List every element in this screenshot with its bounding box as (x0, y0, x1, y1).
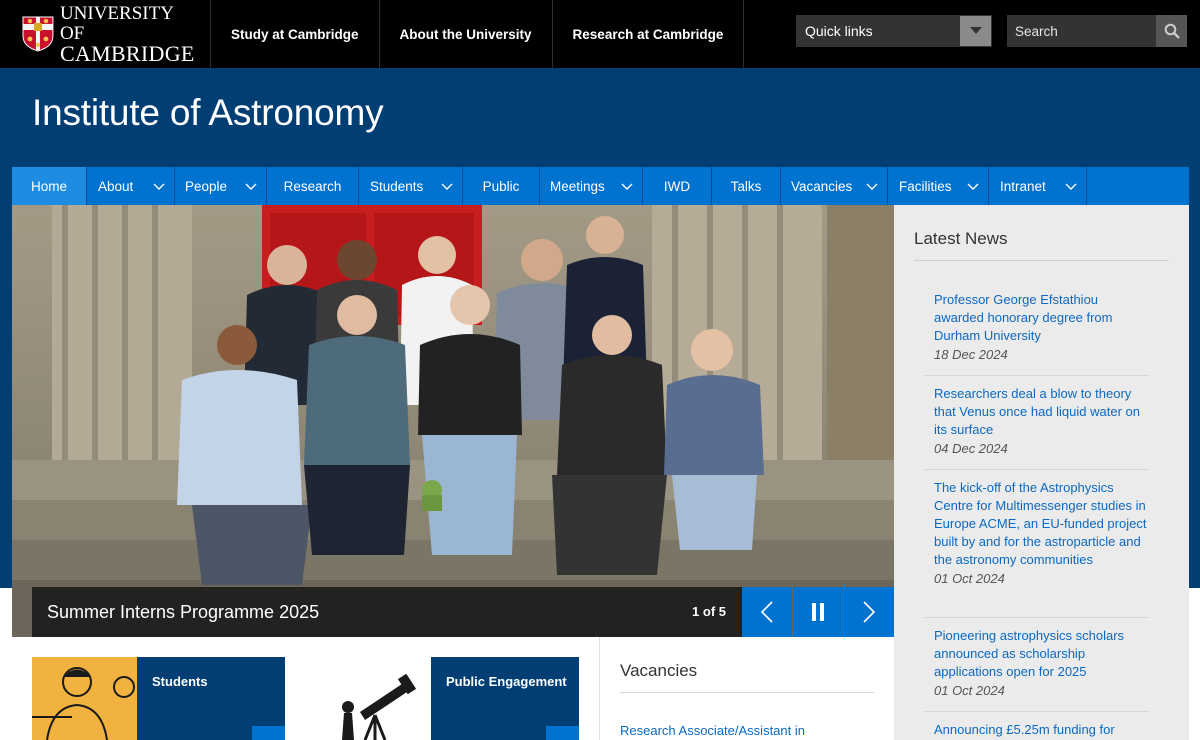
news-link[interactable]: Professor George Efstathiou awarded hono… (934, 291, 1149, 345)
news-date: 01 Oct 2024 (934, 683, 1005, 698)
vacancies-heading: Vacancies (620, 661, 698, 680)
site-title[interactable]: Institute of Astronomy (32, 92, 384, 134)
topnav-research[interactable]: Research at Cambridge (551, 0, 745, 68)
nav-home[interactable]: Home (12, 167, 87, 205)
carousel-next-button[interactable] (844, 587, 894, 637)
quick-links-dropdown[interactable]: Quick links (796, 15, 992, 47)
chevron-down-icon[interactable] (152, 179, 166, 193)
divider (924, 617, 1149, 618)
carousel-counter: 1 of 5 (692, 604, 726, 619)
cambridge-shield-icon (22, 16, 54, 52)
chevron-down-icon[interactable] (865, 179, 879, 193)
news-sidebar: Latest News Professor George Efstathiou … (894, 205, 1189, 740)
vacancy-link[interactable]: Research Associate/Assistant in (620, 723, 805, 738)
nav-label: Vacancies (791, 178, 853, 194)
nav-people[interactable]: People (175, 167, 267, 205)
carousel-caption-text[interactable]: Summer Interns Programme 2025 (47, 602, 319, 623)
news-item: Researchers deal a blow to theory that V… (934, 385, 1149, 458)
logo-line-1: UNIVERSITY OF (59, 3, 174, 44)
public-engagement-tile[interactable]: Public Engagement (320, 657, 579, 740)
telescope-illustration (320, 657, 431, 740)
nav-label: Meetings (550, 178, 605, 194)
search-box (1007, 15, 1187, 47)
chevron-down-icon[interactable] (1064, 179, 1078, 193)
nav-vacancies[interactable]: Vacancies (781, 167, 888, 205)
university-logo[interactable]: UNIVERSITY OF CAMBRIDGE (22, 4, 202, 65)
nav-public[interactable]: Public (463, 167, 540, 205)
nav-label: Facilities (899, 178, 952, 194)
quick-links-label: Quick links (805, 23, 873, 39)
chevron-left-icon (760, 601, 773, 623)
news-link[interactable]: The kick-off of the Astrophysics Centre … (934, 479, 1149, 569)
news-link[interactable]: Pioneering astrophysics scholars announc… (934, 627, 1149, 681)
tile-corner (546, 726, 579, 740)
nav-talks[interactable]: Talks (712, 167, 781, 205)
divider (924, 469, 1149, 470)
chevron-down-icon[interactable] (620, 179, 634, 193)
main-nav: Home About People Research Students Publ… (12, 167, 1189, 205)
pause-icon (812, 603, 824, 621)
divider (914, 260, 1169, 261)
news-heading: Latest News (914, 229, 1008, 248)
search-icon (1164, 23, 1180, 39)
nav-label: IWD (663, 178, 691, 194)
chevron-down-icon[interactable] (244, 179, 258, 193)
news-link[interactable]: Announcing £5.25m funding for (934, 721, 1149, 739)
carousel-slide-image[interactable] (12, 205, 894, 637)
chevron-down-icon[interactable] (440, 179, 454, 193)
group-photo (12, 205, 894, 637)
nav-label: About (98, 178, 134, 194)
nav-research[interactable]: Research (267, 167, 359, 205)
news-date: 01 Oct 2024 (934, 571, 1005, 586)
news-item: Pioneering astrophysics scholars announc… (934, 627, 1149, 700)
nav-label: Students (370, 178, 424, 194)
students-illustration (32, 657, 137, 740)
news-item: Professor George Efstathiou awarded hono… (934, 291, 1149, 364)
nav-label: Home (30, 178, 67, 194)
news-link[interactable]: Researchers deal a blow to theory that V… (934, 385, 1149, 439)
search-input[interactable] (1007, 15, 1157, 47)
news-date: 18 Dec 2024 (934, 347, 1008, 362)
tile-corner (252, 726, 285, 740)
students-tile[interactable]: Students (32, 657, 285, 740)
news-item: The kick-off of the Astrophysics Centre … (934, 479, 1149, 588)
nav-label: Research (283, 178, 342, 194)
news-date: 04 Dec 2024 (934, 441, 1008, 456)
chevron-right-icon (863, 601, 876, 623)
carousel-pause-button[interactable] (793, 587, 843, 637)
nav-label: Public (482, 178, 520, 194)
divider (924, 375, 1149, 376)
nav-label: Talks (730, 178, 762, 194)
topnav-study[interactable]: Study at Cambridge (210, 0, 379, 68)
nav-about[interactable]: About (87, 167, 175, 205)
divider (924, 711, 1149, 712)
nav-label: Intranet (1000, 178, 1046, 194)
lower-content: Students Public Engagement Vacancies Res… (0, 637, 894, 740)
university-nav: Study at Cambridge About the University … (210, 0, 745, 68)
news-item: Announcing £5.25m funding for (934, 721, 1149, 739)
nav-meetings[interactable]: Meetings (540, 167, 643, 205)
chevron-down-icon[interactable] (966, 179, 980, 193)
university-top-bar: UNIVERSITY OF CAMBRIDGE Study at Cambrid… (0, 0, 1200, 68)
nav-students[interactable]: Students (359, 167, 463, 205)
search-button[interactable] (1156, 15, 1187, 47)
nav-iwd[interactable]: IWD (643, 167, 712, 205)
topnav-about[interactable]: About the University (378, 0, 552, 68)
logo-wordmark: UNIVERSITY OF CAMBRIDGE (59, 3, 202, 66)
logo-line-2: CAMBRIDGE (59, 41, 195, 66)
column-divider (599, 637, 600, 740)
divider (620, 692, 874, 693)
nav-intranet[interactable]: Intranet (989, 167, 1087, 205)
nav-label: People (185, 178, 228, 194)
carousel-prev-button[interactable] (742, 587, 792, 637)
chevron-down-icon (960, 16, 991, 46)
carousel-caption: Summer Interns Programme 2025 1 of 5 (32, 587, 742, 637)
nav-facilities[interactable]: Facilities (888, 167, 989, 205)
